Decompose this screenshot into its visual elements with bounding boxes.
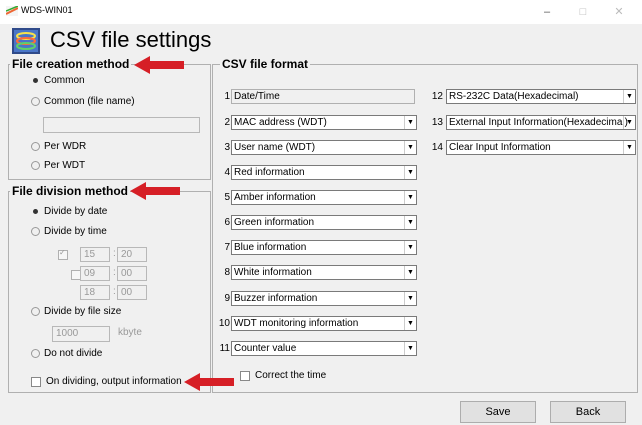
annotation-arrow-icon (130, 182, 180, 200)
field-num-3: 3 (224, 142, 230, 153)
correct-time-checkbox[interactable]: Correct the time (240, 370, 326, 381)
csv-format-label: CSV file format (220, 57, 311, 71)
field-11-select[interactable]: Counter value ▼ (231, 341, 417, 356)
output-info-checkbox[interactable]: On dividing, output information (31, 376, 182, 387)
field-7-select[interactable]: Blue information ▼ (231, 240, 417, 255)
dropdown-arrow-icon: ▼ (404, 317, 416, 330)
page-title: CSV file settings (50, 27, 212, 52)
field-num-12: 12 (431, 91, 443, 102)
time-2-minute[interactable]: 00 (117, 266, 147, 281)
save-button[interactable]: Save (460, 401, 536, 423)
field-num-4: 4 (224, 167, 230, 178)
field-num-11: 11 (219, 343, 230, 354)
field-num-5: 5 (224, 192, 230, 203)
radio-divide-by-date[interactable]: Divide by date (31, 206, 107, 217)
dropdown-arrow-icon: ▼ (404, 342, 416, 355)
field-num-8: 8 (224, 267, 230, 278)
back-button[interactable]: Back (550, 401, 626, 423)
time-3-hour[interactable]: 18 (80, 285, 110, 300)
radio-common[interactable]: Common (31, 75, 85, 86)
file-size-input[interactable]: 1000 (52, 326, 110, 342)
radio-per-wdt[interactable]: Per WDT (31, 160, 85, 171)
annotation-arrow-icon (134, 56, 184, 74)
dropdown-arrow-icon: ▼ (623, 90, 635, 103)
radio-common-file-name[interactable]: Common (file name) (31, 96, 135, 107)
field-9-select[interactable]: Buzzer information ▼ (231, 291, 417, 306)
field-3-select[interactable]: User name (WDT) ▼ (231, 140, 417, 155)
time-2-sep: : (113, 267, 116, 278)
window-title: WDS-WIN01 (21, 5, 73, 15)
field-1-value: Date/Time (231, 89, 415, 104)
radio-divide-by-file-size[interactable]: Divide by file size (31, 306, 121, 317)
field-num-14: 14 (431, 142, 443, 153)
radio-do-not-divide[interactable]: Do not divide (31, 348, 102, 359)
dropdown-arrow-icon: ▼ (404, 191, 416, 204)
time-3-sep: : (113, 286, 116, 297)
field-6-select[interactable]: Green information ▼ (231, 215, 417, 230)
file-creation-label: File creation method (10, 57, 132, 71)
field-num-9: 9 (224, 293, 230, 304)
close-button[interactable]: ✕ (602, 0, 636, 24)
time-1-hour[interactable]: 15 (80, 247, 110, 262)
file-division-label: File division method (10, 184, 131, 198)
time-1-checkbox[interactable] (58, 248, 68, 260)
field-14-select[interactable]: Clear Input Information ▼ (446, 140, 636, 155)
dropdown-arrow-icon: ▼ (404, 241, 416, 254)
field-13-select[interactable]: External Input Information(Hexadecimal) ▼ (446, 115, 636, 130)
minimize-button[interactable]: – (530, 0, 564, 24)
dropdown-arrow-icon: ▼ (404, 116, 416, 129)
annotation-arrow-icon (184, 373, 234, 391)
field-10-select[interactable]: WDT monitoring information ▼ (231, 316, 417, 331)
field-num-10: 10 (218, 318, 230, 329)
field-4-select[interactable]: Red information ▼ (231, 165, 417, 180)
title-bar: WDS-WIN01 – □ ✕ (0, 0, 642, 24)
dropdown-arrow-icon: ▼ (623, 116, 635, 129)
maximize-button[interactable]: □ (566, 0, 600, 24)
field-num-2: 2 (224, 117, 230, 128)
dropdown-arrow-icon: ▼ (623, 141, 635, 154)
dropdown-arrow-icon: ▼ (404, 166, 416, 179)
time-3-minute[interactable]: 00 (117, 285, 147, 300)
dropdown-arrow-icon: ▼ (404, 292, 416, 305)
field-num-7: 7 (224, 242, 230, 253)
dropdown-arrow-icon: ▼ (404, 216, 416, 229)
app-icon (6, 6, 18, 16)
csv-settings-icon (12, 28, 40, 54)
field-5-select[interactable]: Amber information ▼ (231, 190, 417, 205)
field-12-select[interactable]: RS-232C Data(Hexadecimal) ▼ (446, 89, 636, 104)
field-num-1: 1 (224, 91, 230, 102)
radio-divide-by-time[interactable]: Divide by time (31, 226, 107, 237)
field-num-13: 13 (431, 117, 443, 128)
field-2-select[interactable]: MAC address (WDT) ▼ (231, 115, 417, 130)
file-size-unit: kbyte (118, 327, 142, 338)
dropdown-arrow-icon: ▼ (404, 141, 416, 154)
field-8-select[interactable]: White information ▼ (231, 265, 417, 280)
file-name-input[interactable] (43, 117, 200, 133)
radio-per-wdr[interactable]: Per WDR (31, 141, 86, 152)
time-1-minute[interactable]: 20 (117, 247, 147, 262)
time-1-sep: : (113, 248, 116, 259)
field-num-6: 6 (224, 217, 230, 228)
dropdown-arrow-icon: ▼ (404, 266, 416, 279)
time-2-hour[interactable]: 09 (80, 266, 110, 281)
